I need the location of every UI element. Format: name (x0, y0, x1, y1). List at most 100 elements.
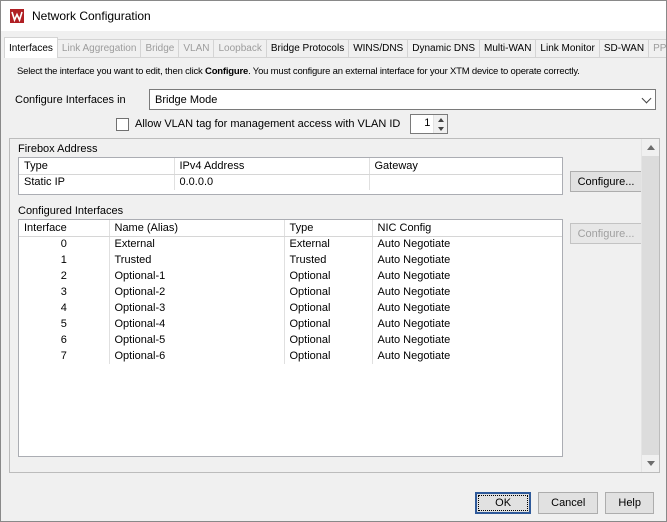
tab-dynamic-dns[interactable]: Dynamic DNS (407, 39, 481, 57)
window-title: Network Configuration (32, 9, 151, 23)
column-header: IPv4 Address (174, 158, 370, 175)
configure-mode-value: Bridge Mode (155, 93, 218, 106)
type-cell: Optional (284, 268, 373, 284)
nic-config-cell: Auto Negotiate (377, 350, 451, 362)
column-header: Name (Alias) (109, 220, 285, 237)
name-cell: External (109, 236, 285, 252)
name-cell: Optional-6 (109, 348, 285, 364)
name-cell: Trusted (109, 252, 285, 268)
spin-down-button[interactable] (434, 124, 448, 133)
table-row[interactable]: 0 External External Auto Negotiate (19, 236, 562, 252)
scroll-up-icon[interactable] (642, 139, 659, 156)
tab-label: Loopback (218, 43, 262, 54)
interface-cell: 2 (19, 268, 110, 284)
app-icon (10, 9, 24, 23)
configure-mode-select[interactable]: Bridge Mode (149, 89, 656, 110)
interface-cell: 4 (19, 300, 110, 316)
tab-bridge: Bridge (140, 39, 180, 57)
nic-config-cell: Auto Negotiate (377, 270, 451, 282)
vlan-id-value[interactable]: 1 (411, 115, 433, 133)
nic-config-cell: Auto Negotiate (377, 286, 451, 298)
nic-config-cell: Auto Negotiate (377, 238, 451, 251)
interface-cell: 7 (19, 348, 110, 364)
type-cell: Trusted (284, 252, 373, 268)
type-cell: Optional (284, 332, 373, 348)
firebox-address-table: Type IPv4 Address Gateway Static IP 0.0.… (18, 157, 563, 195)
nic-config-cell: Auto Negotiate (377, 334, 451, 346)
chevron-down-icon[interactable] (637, 93, 655, 103)
interface-cell: 5 (19, 316, 110, 332)
table-row[interactable]: 7 Optional-6 Optional Auto Negotiate (19, 348, 562, 364)
tab-link-monitor[interactable]: Link Monitor (535, 39, 600, 57)
column-header: Gateway (369, 158, 562, 175)
configure-firebox-button[interactable]: Configure... (570, 171, 642, 192)
cancel-button[interactable]: Cancel (538, 492, 599, 514)
vlan-tag-checkbox[interactable] (116, 117, 129, 131)
tab-interfaces[interactable]: Interfaces (4, 37, 58, 58)
tab-sd-wan[interactable]: SD-WAN (598, 39, 650, 57)
column-header: NIC Config (372, 220, 562, 237)
firebox-header-row: Type IPv4 Address Gateway (19, 158, 562, 175)
interfaces-panel: Firebox Address Type IPv4 Address Gatewa… (9, 138, 660, 473)
footer-buttons: OK Cancel Help (475, 492, 654, 514)
titlebar: Network Configuration (1, 1, 666, 31)
table-row[interactable]: 6 Optional-5 Optional Auto Negotiate (19, 332, 562, 348)
table-row[interactable]: 4 Optional-3 Optional Auto Negotiate (19, 300, 562, 316)
tab-label: Interfaces (9, 43, 53, 54)
type-cell: Optional (284, 316, 373, 332)
interface-cell: 6 (19, 332, 110, 348)
network-configuration-dialog: Network Configuration Interfaces Link Ag… (0, 0, 667, 522)
spinner-buttons (433, 115, 448, 133)
tab-label: Link Monitor (540, 43, 595, 54)
interfaces-header-row: Interface Name (Alias) Type NIC Config (19, 220, 562, 237)
column-header: Type (284, 220, 373, 237)
type-cell: Optional (284, 284, 373, 300)
name-cell: Optional-1 (109, 268, 285, 284)
tab-bridge-protocols[interactable]: Bridge Protocols (265, 39, 350, 57)
tab-loopback: Loopback (213, 39, 267, 57)
nic-config-cell: Auto Negotiate (377, 254, 451, 266)
scrollbar-thumb[interactable] (642, 156, 659, 455)
nic-config-cell: Auto Negotiate (377, 302, 451, 314)
instructions-text: Select the interface you want to edit, t… (17, 66, 580, 77)
tab-vlan: VLAN (178, 39, 215, 57)
interface-cell: 3 (19, 284, 110, 300)
tab-label: PPPoE (653, 43, 667, 54)
type-cell: Optional (284, 348, 373, 364)
configure-mode-row: Configure Interfaces in Bridge Mode (15, 89, 656, 110)
scroll-down-icon[interactable] (642, 455, 659, 472)
column-header: Interface (19, 220, 110, 237)
tab-label: Bridge (145, 43, 175, 54)
configure-mode-label: Configure Interfaces in (15, 93, 126, 106)
ipv4-cell: 0.0.0.0 (174, 174, 370, 190)
help-button[interactable]: Help (605, 492, 654, 514)
tab-wins-dns[interactable]: WINS/DNS (348, 39, 409, 57)
tab-pppoe: PPPoE (648, 39, 667, 57)
firebox-address-title: Firebox Address (18, 143, 98, 155)
vertical-scrollbar[interactable] (641, 139, 659, 472)
type-cell: External (284, 236, 373, 252)
table-row[interactable]: 1 Trusted Trusted Auto Negotiate (19, 252, 562, 268)
tab-label: Multi-WAN (484, 43, 532, 54)
tab-multi-wan[interactable]: Multi-WAN (479, 39, 537, 57)
type-cell: Static IP (19, 174, 175, 190)
configure-interface-button: Configure... (570, 223, 642, 244)
table-row[interactable]: 5 Optional-4 Optional Auto Negotiate (19, 316, 562, 332)
table-row[interactable]: 2 Optional-1 Optional Auto Negotiate (19, 268, 562, 284)
spin-up-button[interactable] (434, 115, 448, 124)
tab-link-aggregation: Link Aggregation (56, 39, 142, 57)
interface-cell: 0 (19, 236, 110, 252)
type-cell: Optional (284, 300, 373, 316)
tab-label: WINS/DNS (353, 43, 404, 54)
vlan-id-spinner[interactable]: 1 (410, 114, 449, 134)
ok-button[interactable]: OK (475, 492, 532, 514)
name-cell: Optional-4 (109, 316, 285, 332)
table-row[interactable]: 3 Optional-2 Optional Auto Negotiate (19, 284, 562, 300)
configured-interfaces-title: Configured Interfaces (18, 205, 124, 217)
tab-label: Bridge Protocols (270, 43, 345, 54)
interface-cell: 1 (19, 252, 110, 268)
name-cell: Optional-5 (109, 332, 285, 348)
table-row[interactable]: Static IP 0.0.0.0 (19, 174, 562, 190)
tab-label: VLAN (183, 43, 210, 54)
configured-interfaces-table: Interface Name (Alias) Type NIC Config 0… (18, 219, 563, 457)
